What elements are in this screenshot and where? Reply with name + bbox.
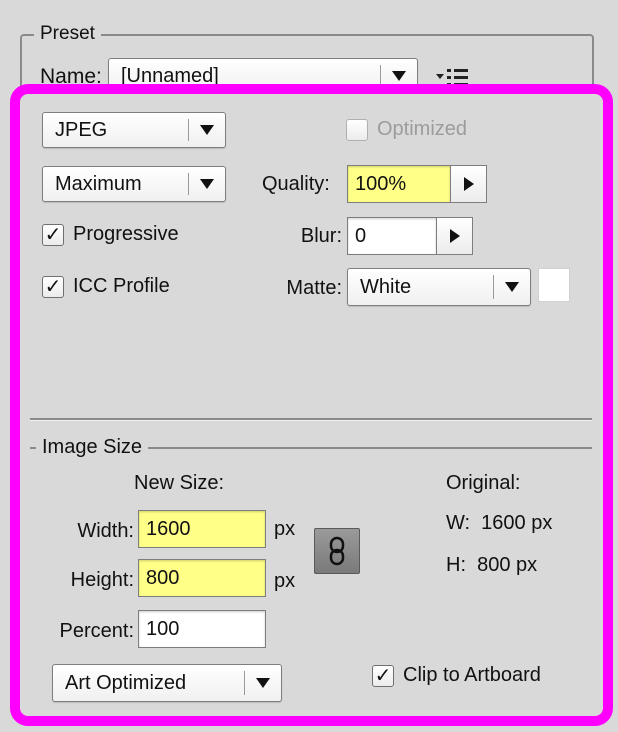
- play-arrow-icon: [449, 229, 460, 243]
- height-unit: px: [274, 570, 296, 592]
- file-format-value: JPEG: [55, 118, 108, 141]
- quality-preset-value: Maximum: [55, 172, 142, 195]
- quality-input[interactable]: 100%: [347, 165, 451, 203]
- chevron-down-icon: [494, 269, 530, 305]
- width-input[interactable]: 1600: [138, 510, 266, 548]
- optimized-checkbox-row[interactable]: Optimized: [346, 118, 467, 141]
- quality-slider-button[interactable]: [451, 165, 487, 203]
- clip-to-artboard-label: Clip to Artboard: [403, 664, 541, 686]
- image-size-legend: Image Size: [36, 435, 149, 459]
- width-unit: px: [274, 518, 296, 540]
- preset-legend: Preset: [34, 22, 101, 46]
- quality-preset-dropdown[interactable]: Maximum: [42, 166, 226, 202]
- original-label: Original:: [446, 472, 521, 494]
- progressive-label: Progressive: [73, 223, 179, 245]
- progressive-checkbox[interactable]: ✓: [42, 223, 64, 246]
- play-arrow-icon: [463, 177, 474, 191]
- width-label: Width:: [77, 520, 134, 542]
- blur-label: Blur:: [300, 225, 342, 247]
- chevron-down-icon: [189, 113, 225, 147]
- clip-to-artboard-checkbox[interactable]: ✓: [372, 664, 394, 687]
- quality-label: Quality:: [262, 173, 330, 195]
- matte-dropdown[interactable]: White: [347, 268, 531, 306]
- blur-slider-button[interactable]: [437, 217, 473, 255]
- chevron-down-icon: [189, 167, 225, 201]
- constrain-proportions-button[interactable]: [314, 528, 360, 574]
- matte-color-swatch[interactable]: [538, 268, 570, 302]
- original-width: W: 1600 px: [446, 512, 553, 534]
- original-height: H: 800 px: [446, 554, 538, 576]
- chain-link-icon: [329, 536, 345, 566]
- chevron-down-icon: [245, 665, 281, 701]
- resample-value: Art Optimized: [65, 671, 187, 694]
- blur-input[interactable]: 0: [347, 217, 437, 255]
- height-input[interactable]: 800: [138, 559, 266, 597]
- new-size-label: New Size:: [134, 472, 225, 494]
- icc-profile-checkbox-row[interactable]: ✓ ICC Profile: [42, 275, 170, 298]
- icc-profile-label: ICC Profile: [73, 275, 170, 297]
- icc-profile-checkbox[interactable]: ✓: [42, 275, 64, 298]
- optimized-label: Optimized: [377, 118, 468, 140]
- percent-label: Percent:: [59, 620, 134, 642]
- file-format-dropdown[interactable]: JPEG: [42, 112, 226, 148]
- percent-input[interactable]: 100: [138, 610, 266, 648]
- progressive-checkbox-row[interactable]: ✓ Progressive: [42, 223, 179, 246]
- matte-label: Matte:: [286, 277, 342, 299]
- resample-dropdown[interactable]: Art Optimized: [52, 664, 282, 702]
- optimized-checkbox[interactable]: [346, 118, 368, 141]
- matte-value: White: [360, 275, 412, 298]
- height-label: Height:: [70, 569, 134, 591]
- clip-to-artboard-row[interactable]: ✓ Clip to Artboard: [372, 664, 541, 687]
